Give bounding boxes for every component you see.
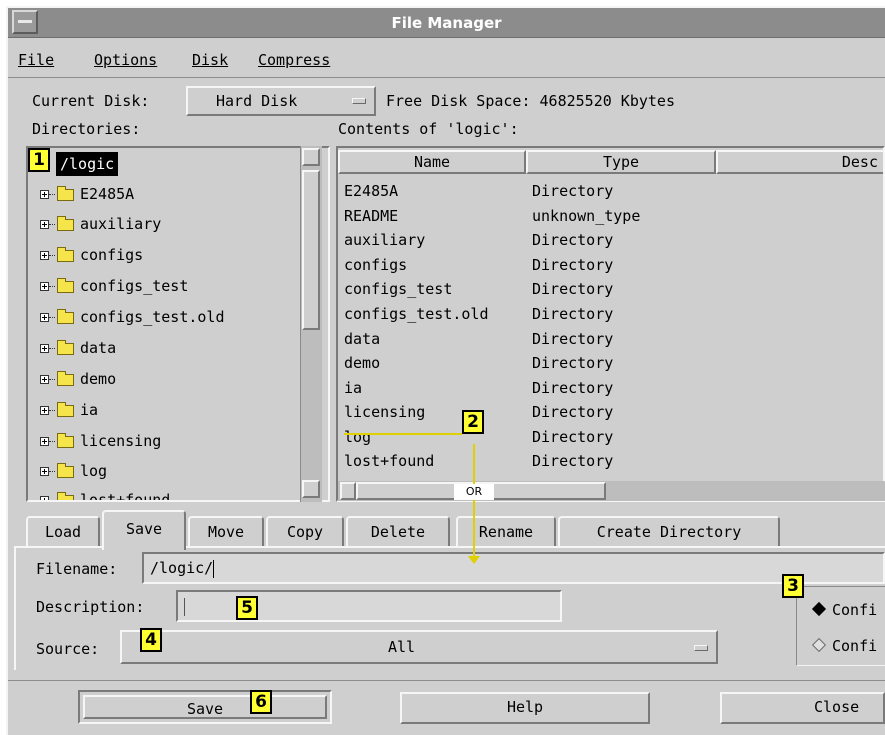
tab-save[interactable]: Save [102, 510, 186, 550]
callout-5: 5 [236, 596, 258, 620]
callout-2: 2 [462, 410, 484, 434]
pointer-lines [344, 433, 480, 564]
callout-1: 1 [28, 148, 50, 172]
callout-3: 3 [782, 574, 804, 598]
callout-4: 4 [140, 628, 162, 652]
tab-save-label: Save [125, 520, 163, 538]
callout-6: 6 [250, 690, 272, 714]
pointer-arrow-icon [468, 556, 480, 564]
or-label: OR [454, 484, 494, 500]
